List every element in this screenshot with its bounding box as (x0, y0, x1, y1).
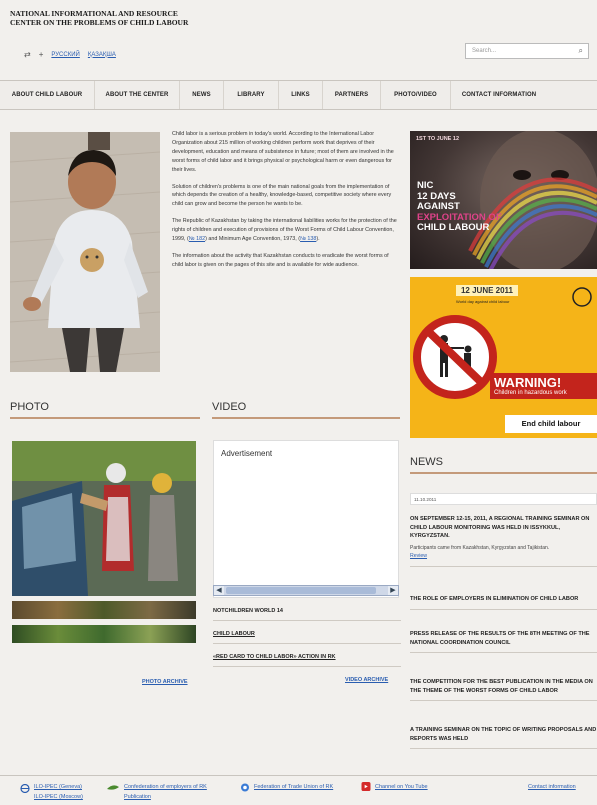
intro-paragraph-4: The information about the activity that … (172, 252, 389, 268)
photo-gallery-main[interactable] (12, 441, 196, 596)
search-placeholder: Search... (472, 48, 497, 54)
lang-link-russian[interactable]: РУССКИЙ (51, 52, 79, 58)
footer-link-federation[interactable]: Federation of Trade Union of RK (254, 784, 333, 790)
confederation-icon (107, 785, 119, 790)
site-title[interactable]: NATIONAL INFORMATIONAL AND RESOURCE CENT… (10, 9, 260, 27)
child-illustration (10, 132, 160, 372)
video-item-2[interactable]: CHILD LABOUR (213, 631, 401, 644)
nav-item-photo-video[interactable]: PHOTO/VIDEO (381, 81, 451, 109)
campaign-banner-12-days[interactable]: 1ST TO JUNE 12 NIC 12 DAYS AGAINST EXPLO… (410, 131, 597, 269)
photo-thumbnail-2[interactable] (12, 625, 196, 643)
photo-archive-link[interactable]: PHOTO ARCHIVE (142, 679, 188, 685)
video-archive-link[interactable]: VIDEO ARCHIVE (345, 677, 388, 683)
nav-item-library[interactable]: LIBRARY (224, 81, 279, 109)
photo-section-title: PHOTO (10, 401, 200, 419)
convention-182-link[interactable]: № 182 (189, 236, 205, 242)
news-item-2[interactable]: THE ROLE OF EMPLOYERS IN ELIMINATION OF … (410, 595, 597, 610)
language-bar: ⇄ + РУССКИЙ ҚАЗАҚША (24, 50, 116, 59)
nav-item-about-center[interactable]: ABOUT THE CENTER (95, 81, 180, 109)
video-item-1[interactable]: NOTCHILDREN WORLD 14 (213, 608, 401, 621)
ilo-icon (20, 784, 30, 793)
footer-link-ilo-geneva[interactable]: ILO-IPEC (Geneva) (34, 784, 82, 790)
no-child-labour-sign (413, 287, 592, 399)
news-date: 11.10.2011 (410, 493, 597, 505)
search-input[interactable]: Search... ⌕ (465, 43, 589, 59)
news-section-title: NEWS (410, 456, 597, 474)
nav-item-partners[interactable]: PARTNERS (323, 81, 381, 109)
main-nav: ABOUT CHILD LABOUR ABOUT THE CENTER NEWS… (0, 80, 597, 110)
footer: ILO-IPEC (Geneva) ILO-IPEC (Moscow) Conf… (0, 775, 597, 805)
nav-item-about-child-labour[interactable]: ABOUT CHILD LABOUR (0, 81, 95, 109)
plus-icon[interactable]: + (39, 50, 44, 59)
children-photo (12, 441, 196, 596)
site-title-line-1: NATIONAL INFORMATIONAL AND RESOURCE (10, 9, 178, 18)
footer-link-confederation[interactable]: Confederation of employers of RK (124, 784, 207, 790)
warning-text: WARNING! (490, 373, 597, 390)
intro-paragraph-2: Solution of children's problems is one o… (172, 183, 392, 208)
news-item-1-title[interactable]: ON SEPTEMBER 12-15, 2011, A REGIONAL TRA… (410, 515, 597, 541)
hero-child-photo (10, 132, 160, 372)
intro-text: Child labor is a serious problem in toda… (172, 130, 400, 278)
site-title-line-2: CENTER ON THE PROBLEMS OF CHILD LABOUR (10, 18, 189, 27)
nav-item-news[interactable]: NEWS (180, 81, 224, 109)
nav-item-links[interactable]: LINKS (279, 81, 323, 109)
video-player[interactable]: Advertisement (213, 440, 399, 598)
footer-link-youtube[interactable]: Channel on You Tube (375, 784, 428, 790)
end-child-labour-label: End child labour (505, 415, 597, 433)
scroll-thumb[interactable] (226, 587, 376, 594)
search-icon[interactable]: ⌕ (579, 46, 583, 56)
youtube-icon (361, 782, 371, 791)
news-item-3[interactable]: PRESS RELEASE OF THE RESULTS OF THE 8TH … (410, 630, 597, 654)
news-review-link[interactable]: Review (410, 552, 597, 561)
share-icon[interactable]: ⇄ (24, 50, 31, 59)
banner-title: NIC 12 DAYS AGAINST EXPLOITATION OF CHIL… (417, 180, 502, 233)
trade-union-icon (241, 783, 249, 792)
advertisement-label: Advertisement (221, 449, 273, 458)
news-item-1-body: Participants came from Kazakhstan, Kyrgy… (410, 544, 550, 551)
photo-thumbnail-1[interactable] (12, 601, 196, 619)
video-section-title: VIDEO (212, 401, 400, 419)
video-scrollbar[interactable]: ◀ ▶ (213, 585, 399, 596)
news-item-4[interactable]: THE COMPETITION FOR THE BEST PUBLICATION… (410, 678, 597, 702)
news-item-5[interactable]: A TRAINING SEMINAR ON THE TOPIC OF WRITI… (410, 726, 597, 750)
footer-link-contact[interactable]: Contact information (528, 784, 576, 790)
footer-link-ilo-moscow[interactable]: ILO-IPEC (Moscow) (34, 794, 83, 800)
convention-138-link[interactable]: № 138 (300, 236, 316, 242)
video-item-3[interactable]: «RED CARD TO CHILD LABOR» ACTION IN RK (213, 654, 401, 667)
intro-paragraph-1: Child labor is a serious problem in toda… (172, 131, 394, 173)
footer-link-publication[interactable]: Publication (124, 794, 151, 800)
news-item-1[interactable]: ON SEPTEMBER 12-15, 2011, A REGIONAL TRA… (410, 515, 597, 567)
scroll-left-icon[interactable]: ◀ (214, 586, 224, 595)
intro-paragraph-3: The Republic of Kazakhstan by taking the… (172, 218, 397, 243)
nav-item-contact[interactable]: CONTACT INFORMATION (451, 81, 547, 109)
warning-subtext: Children in hazardous work (490, 389, 597, 399)
lang-link-kazakh[interactable]: ҚАЗАҚША (88, 52, 116, 58)
warning-banner[interactable]: 12 JUNE 2011 World day against child lab… (410, 277, 597, 438)
scroll-right-icon[interactable]: ▶ (388, 586, 398, 595)
banner-date: 1ST TO JUNE 12 (416, 136, 459, 142)
